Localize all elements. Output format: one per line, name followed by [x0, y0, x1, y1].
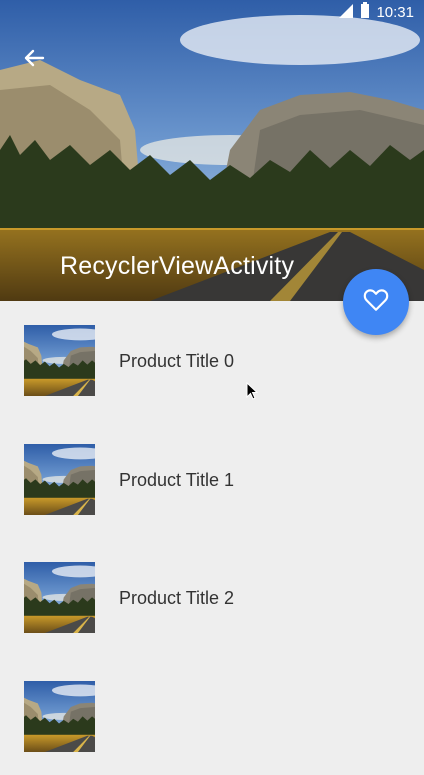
signal-icon: [338, 3, 354, 23]
battery-icon: [360, 2, 370, 23]
back-button[interactable]: [18, 46, 50, 74]
collapsing-toolbar: 10:31 RecyclerViewActivity: [0, 0, 424, 301]
product-title: Product Title 0: [119, 351, 234, 372]
product-thumbnail: [24, 444, 95, 515]
product-thumbnail: [24, 325, 95, 396]
product-thumbnail: [24, 562, 95, 633]
product-list[interactable]: Product Title 0 Product Title 1 Product …: [0, 301, 424, 775]
status-bar: 10:31: [0, 0, 424, 25]
list-item[interactable]: [0, 657, 424, 775]
list-item[interactable]: Product Title 0: [0, 301, 424, 420]
product-title: Product Title 2: [119, 588, 234, 609]
status-time: 10:31: [376, 4, 414, 21]
list-item[interactable]: Product Title 2: [0, 538, 424, 657]
product-title: Product Title 1: [119, 470, 234, 491]
mouse-cursor-icon: [246, 382, 258, 405]
list-item[interactable]: Product Title 1: [0, 420, 424, 539]
toolbar-title: RecyclerViewActivity: [60, 252, 294, 281]
product-thumbnail: [24, 681, 95, 752]
arrow-back-icon: [23, 48, 45, 73]
